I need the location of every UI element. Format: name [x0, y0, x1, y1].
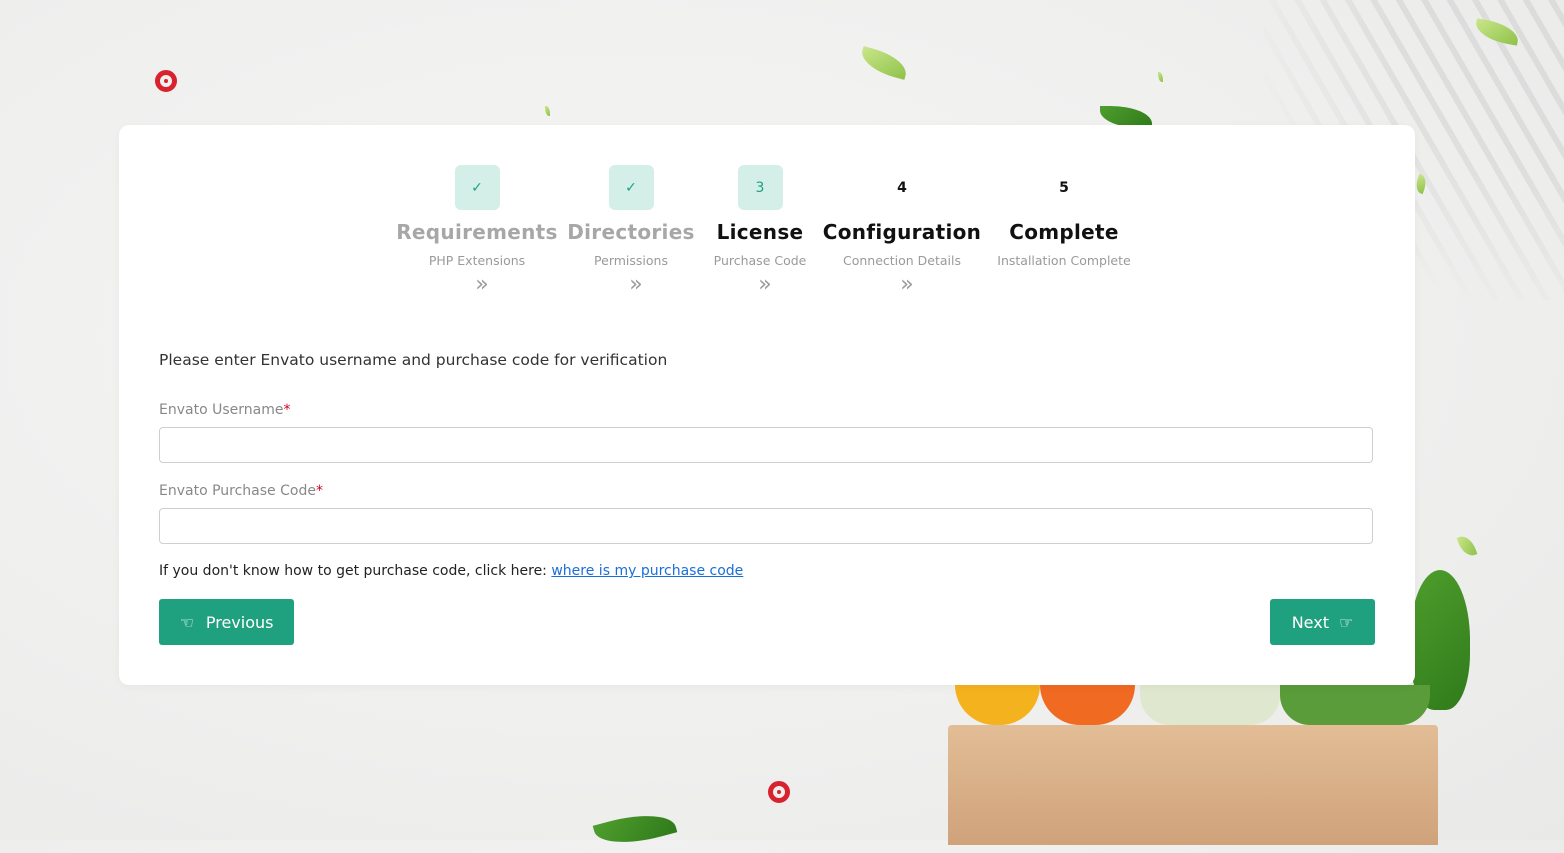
step-complete: 5 Complete Installation Complete	[974, 165, 1154, 269]
purchase-code-help-link[interactable]: where is my purchase code	[551, 563, 743, 579]
next-button[interactable]: Next ☞	[1270, 599, 1375, 645]
double-chevron-right-icon: »	[900, 272, 914, 297]
cauliflower-image	[1140, 685, 1280, 725]
greens-image	[1280, 685, 1430, 725]
leaf-decoration	[857, 46, 911, 80]
leaf-decoration	[592, 805, 678, 853]
step-title: Requirements	[396, 220, 558, 244]
step-number-badge: 3	[737, 165, 783, 210]
required-mark: *	[315, 483, 323, 499]
required-mark: *	[283, 402, 291, 418]
step-number-badge: 5	[1059, 179, 1069, 196]
double-chevron-right-icon: »	[475, 272, 489, 297]
step-subtitle: Connection Details	[842, 253, 962, 268]
envato-purchase-code-input[interactable]	[159, 508, 1373, 544]
leaf-decoration	[1158, 72, 1163, 82]
envato-username-input[interactable]	[159, 427, 1373, 463]
envato-username-label: Envato Username*	[159, 402, 290, 418]
previous-button-label: Previous	[205, 612, 274, 632]
help-text: If you don't know how to get purchase co…	[159, 563, 552, 579]
envato-purchase-code-label: Envato Purchase Code*	[159, 483, 323, 499]
pepper-slice-decoration	[768, 781, 790, 803]
carrot-image	[1040, 685, 1135, 725]
form-intro-text: Please enter Envato username and purchas…	[159, 351, 668, 369]
step-title: Configuration	[822, 220, 982, 244]
step-number-badge: 4	[897, 179, 907, 196]
previous-button[interactable]: ☜ Previous	[159, 599, 294, 645]
grocery-bag-image	[948, 725, 1438, 845]
step-wizard: ✓ Requirements PHP Extensions » ✓ Direct…	[119, 165, 1415, 305]
label-text: Envato Purchase Code	[159, 483, 316, 499]
step-subtitle: PHP Extensions	[428, 253, 526, 268]
next-button-label: Next	[1291, 612, 1329, 632]
step-requirements: ✓ Requirements PHP Extensions »	[387, 165, 567, 296]
label-text: Envato Username	[159, 402, 284, 418]
check-icon: ✓	[454, 165, 500, 210]
leaf-decoration	[545, 106, 550, 116]
hand-pointing-right-icon: ☞	[1338, 612, 1354, 632]
step-configuration: 4 Configuration Connection Details »	[812, 165, 992, 296]
hand-pointing-left-icon: ☜	[179, 612, 194, 632]
pepper-slice-decoration	[155, 70, 177, 92]
installer-card: ✓ Requirements PHP Extensions » ✓ Direct…	[119, 125, 1415, 685]
purchase-code-help: If you don't know how to get purchase co…	[159, 563, 743, 579]
step-subtitle: Installation Complete	[997, 253, 1131, 268]
check-icon: ✓	[608, 165, 654, 210]
leaf-decoration	[1456, 533, 1478, 559]
yellow-pepper-image	[955, 685, 1040, 725]
step-title: Complete	[1009, 220, 1119, 244]
